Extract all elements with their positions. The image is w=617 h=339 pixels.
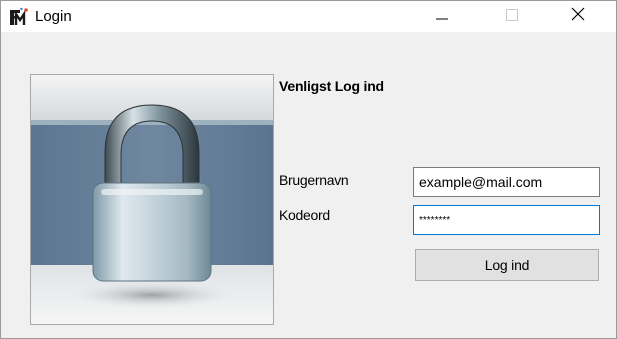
login-button[interactable]: Log ind [415,249,599,281]
close-button[interactable] [555,1,601,32]
maximize-button[interactable] [489,1,535,32]
app-logo-icon [9,7,29,27]
login-window: Login Venligst Log ind Brugernavn exampl… [0,0,617,339]
username-label: Brugernavn [279,172,349,188]
window-title: Login [35,8,72,25]
close-icon [571,7,585,26]
title-bar[interactable]: Login [1,1,616,32]
username-field[interactable] [413,167,600,197]
login-heading: Venligst Log ind [279,78,384,94]
password-label: Kodeord [279,207,330,223]
password-field[interactable] [413,205,600,235]
padlock-image [30,74,274,325]
maximize-icon [506,8,518,26]
minimize-icon [436,8,448,26]
minimize-button[interactable] [419,1,465,32]
